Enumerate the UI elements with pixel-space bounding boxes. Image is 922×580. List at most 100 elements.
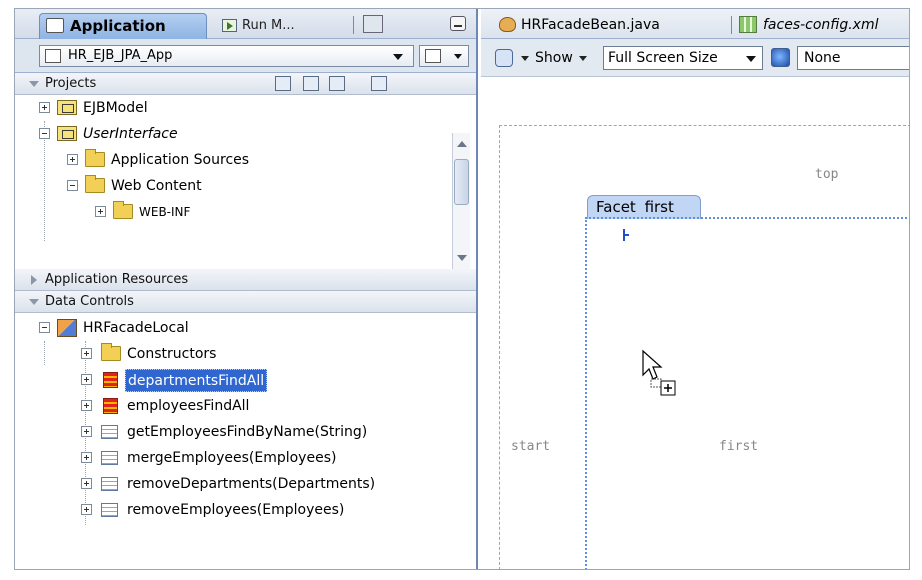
data-controls-tree: HRFacadeLocal Constructors departmentsFi… [15, 315, 476, 565]
chevron-down-icon [454, 54, 462, 59]
tree-item-web-content[interactable]: Web Content [15, 173, 455, 199]
editor-toolbar: Show Full Screen Size None [481, 39, 909, 77]
tab-application[interactable]: Application [39, 13, 207, 39]
collapse-minus-icon[interactable] [39, 128, 50, 139]
tab-run-label: Run M... [242, 18, 295, 33]
tree-item-application-sources[interactable]: Application Sources [15, 147, 455, 173]
scroll-thumb[interactable] [454, 159, 469, 205]
facet-first-tab[interactable]: Facet first [587, 195, 701, 219]
tree-item-label: removeDepartments(Departments) [127, 476, 376, 492]
expand-plus-icon[interactable] [81, 478, 92, 489]
java-bean-icon [499, 17, 516, 32]
expand-plus-icon[interactable] [81, 348, 92, 359]
folder-icon [101, 343, 121, 361]
tree-item-label: HRFacadeLocal [83, 320, 189, 336]
application-resources-label: Application Resources [45, 272, 189, 287]
chevron-down-icon[interactable] [521, 56, 529, 61]
expand-plus-icon[interactable] [81, 374, 92, 385]
application-select-value: HR_EJB_JPA_App [68, 48, 173, 63]
expand-plus-icon[interactable] [81, 400, 92, 411]
application-select[interactable]: HR_EJB_JPA_App [39, 45, 414, 67]
collapse-minus-icon[interactable] [67, 180, 78, 191]
tree-item-removeemployees[interactable]: removeEmployees(Employees) [15, 497, 455, 523]
folder-icon [85, 175, 105, 193]
filter-icon[interactable] [329, 76, 345, 91]
globe-icon[interactable] [771, 48, 790, 67]
application-icon [45, 49, 61, 63]
tree-item-getemployeesfindbyname[interactable]: getEmployeesFindByName(String) [15, 419, 455, 445]
tree-item-hrfacadelocal[interactable]: HRFacadeLocal [15, 315, 455, 341]
editor-panel: HRFacadeBean.java faces-config.xml Show … [481, 9, 909, 569]
tree-item-label: mergeEmployees(Employees) [127, 450, 337, 466]
tab-run-manager[interactable]: Run M... [220, 15, 338, 37]
tab-separator [353, 16, 354, 34]
projects-header[interactable]: Projects [15, 73, 476, 95]
faces-config-icon [739, 16, 757, 33]
tab-hrfacadebean[interactable]: HRFacadeBean.java [499, 15, 660, 35]
tree-item-web-inf[interactable]: WEB-INF [15, 199, 455, 225]
expand-plus-icon[interactable] [95, 206, 106, 217]
tree-item-departmentsfindall[interactable]: departmentsFindAll [15, 367, 455, 393]
projects-toolbar [275, 75, 445, 93]
application-resources-header[interactable]: Application Resources [15, 269, 476, 291]
application-navigator: Application Run M... HR_EJB_JPA_App Proj… [15, 9, 478, 569]
expand-triangle-icon [29, 81, 39, 87]
folder-icon [85, 149, 105, 167]
options-icon[interactable] [371, 76, 387, 91]
facet-top-label: top [815, 167, 839, 182]
refresh-icon[interactable] [495, 49, 513, 67]
method-icon [101, 425, 118, 439]
data-controls-header[interactable]: Data Controls [15, 291, 476, 313]
tree-item-label: Application Sources [111, 152, 250, 168]
tree-item-label: Constructors [127, 346, 217, 362]
data-control-icon [57, 319, 77, 337]
tree-item-label: removeEmployees(Employees) [127, 502, 345, 518]
tab-separator [731, 16, 732, 34]
refresh-icon[interactable] [303, 76, 319, 91]
screen-size-select[interactable]: Full Screen Size [603, 46, 763, 70]
ide-window: Application Run M... HR_EJB_JPA_App Proj… [14, 8, 910, 570]
drag-copy-cursor-icon [642, 349, 676, 396]
facet-first-dropzone[interactable] [585, 217, 909, 569]
scroll-down-icon[interactable] [457, 255, 467, 261]
run-icon [222, 19, 237, 32]
tree-item-label: WEB-INF [139, 205, 191, 219]
chevron-down-icon[interactable] [579, 56, 587, 61]
tree-item-userinterface[interactable]: UserInterface [15, 121, 455, 147]
chevron-down-icon [393, 54, 403, 60]
application-bar: HR_EJB_JPA_App [15, 39, 476, 73]
collapsed-triangle-icon [31, 275, 37, 285]
collapse-minus-icon[interactable] [39, 322, 50, 333]
scroll-up-icon[interactable] [457, 141, 467, 147]
tree-item-employeesfindall[interactable]: employeesFindAll [15, 393, 455, 419]
facet-start-label: start [511, 439, 551, 454]
expand-plus-icon[interactable] [81, 426, 92, 437]
tree-item-label: UserInterface [83, 126, 178, 142]
folder-icon [113, 201, 133, 219]
expand-plus-icon[interactable] [67, 154, 78, 165]
search-icon[interactable] [275, 76, 291, 91]
show-menu-button[interactable]: Show [535, 49, 573, 67]
tree-item-mergeemployees[interactable]: mergeEmployees(Employees) [15, 445, 455, 471]
method-icon [101, 451, 118, 465]
expand-plus-icon[interactable] [81, 504, 92, 515]
minimize-icon[interactable] [450, 16, 466, 31]
projects-header-label: Projects [45, 76, 97, 91]
tree-item-constructors[interactable]: Constructors [15, 341, 455, 367]
application-icon [46, 18, 64, 33]
expand-plus-icon[interactable] [81, 452, 92, 463]
expand-plus-icon[interactable] [39, 102, 50, 113]
skin-select[interactable]: None [797, 46, 909, 70]
collection-icon [103, 372, 118, 388]
editor-tabstrip: HRFacadeBean.java faces-config.xml [481, 9, 909, 39]
tree-item-label: Web Content [111, 178, 202, 194]
design-canvas[interactable]: top Facet first start first [481, 77, 909, 569]
tab-faces-config[interactable]: faces-config.xml [739, 15, 879, 35]
tree-item-ejbmodel[interactable]: EJBModel [15, 95, 455, 121]
projects-scrollbar[interactable] [452, 133, 470, 269]
project-icon [57, 100, 77, 115]
overflow-tab-icon[interactable] [363, 15, 383, 33]
tree-item-removedepartments[interactable]: removeDepartments(Departments) [15, 471, 455, 497]
application-menu-button[interactable] [419, 45, 469, 67]
method-icon [101, 477, 118, 491]
